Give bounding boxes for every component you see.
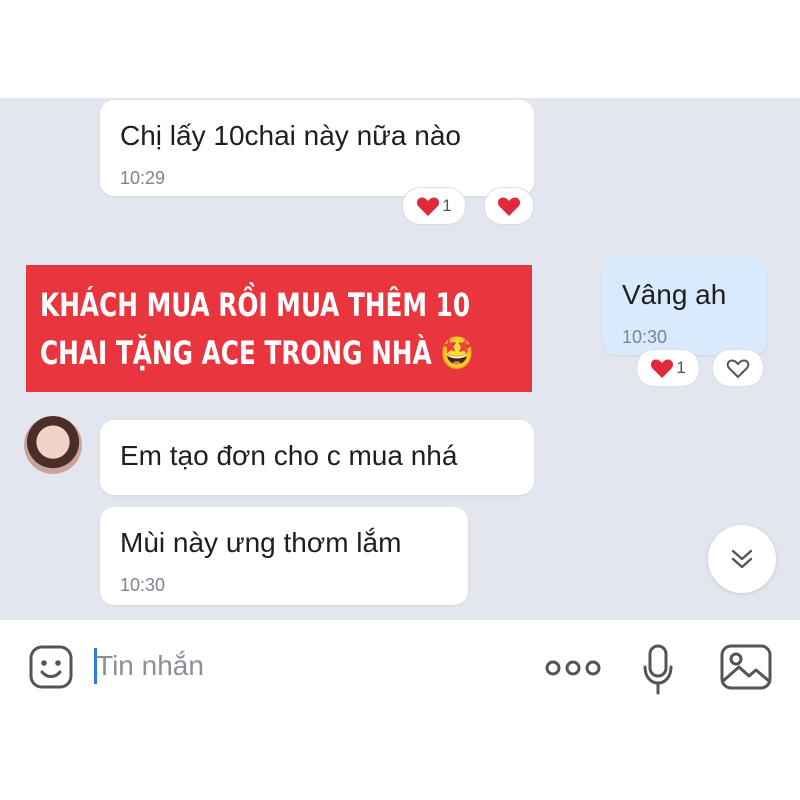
reaction-count: 1 [442, 196, 452, 215]
message-time: 10:30 [622, 327, 668, 347]
react-heart-button[interactable] [484, 187, 534, 225]
message-time: 10:29 [120, 168, 166, 188]
react-heart-button[interactable] [712, 349, 764, 387]
avatar[interactable] [24, 416, 82, 474]
message-text: Em tạo đơn cho c mua nhá [120, 440, 458, 471]
heart-icon [417, 197, 440, 216]
reaction-count: 1 [676, 358, 686, 377]
scroll-to-bottom-button[interactable] [708, 525, 776, 593]
star-struck-emoji: 🤩 [440, 333, 475, 372]
heart-icon [497, 197, 521, 216]
reaction-count-badge[interactable]: 1 [636, 349, 700, 387]
reaction-count-badge[interactable]: 1 [402, 187, 466, 225]
message-input[interactable]: Tin nhắn [96, 650, 204, 682]
voice-button[interactable] [638, 640, 678, 700]
gallery-button[interactable] [718, 642, 774, 692]
message-bubble[interactable]: Mùi này ưng thơm lắm 10:30 [100, 507, 468, 605]
own-message-bubble[interactable]: Vâng ah 10:30 [602, 257, 767, 355]
heart-icon [651, 359, 674, 378]
composer-bar: Tin nhắn [0, 620, 800, 720]
banner-line-2: CHAI TẶNG ACE TRONG NHÀ 🤩 [40, 329, 475, 377]
more-dots-icon [545, 660, 601, 676]
message-bubble[interactable]: Chị lấy 10chai này nữa nào 10:29 [100, 100, 534, 196]
message-time: 10:30 [120, 575, 166, 595]
heart-outline-icon [726, 359, 750, 379]
more-button[interactable] [540, 648, 606, 688]
image-gallery-icon [720, 644, 772, 690]
message-text: Chị lấy 10chai này nữa nào [120, 120, 461, 151]
double-chevron-down-icon [731, 549, 753, 569]
banner-line-1: KHÁCH MUA RỒI MUA THÊM 10 [40, 285, 471, 324]
message-text: Vâng ah [622, 279, 727, 310]
sticker-button[interactable] [26, 642, 76, 692]
smiley-sticker-icon [29, 645, 73, 689]
message-text: Mùi này ưng thơm lắm [120, 527, 402, 558]
microphone-icon [643, 644, 673, 695]
promo-banner: KHÁCH MUA RỒI MUA THÊM 10 CHAI TẶNG ACE … [26, 265, 532, 392]
message-bubble[interactable]: Em tạo đơn cho c mua nhá [100, 420, 534, 495]
banner-line-2-text: CHAI TẶNG ACE TRONG NHÀ [40, 333, 432, 372]
